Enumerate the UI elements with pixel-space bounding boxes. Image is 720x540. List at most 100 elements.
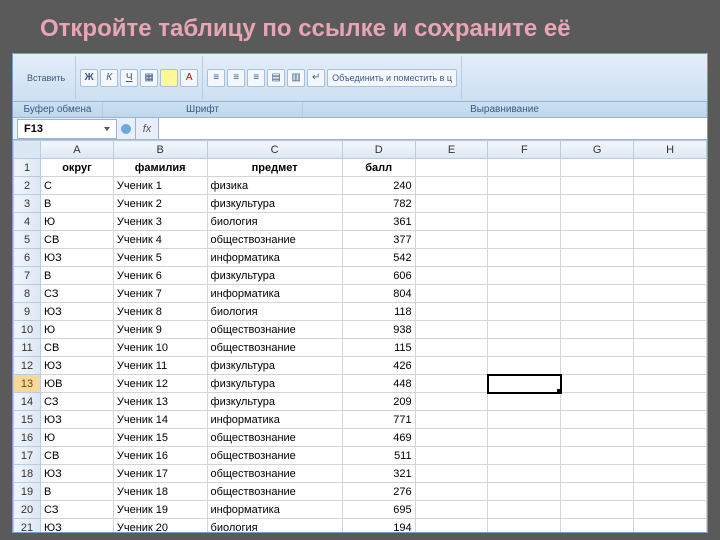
cell[interactable]: округ — [41, 159, 114, 177]
cell[interactable]: 361 — [342, 213, 415, 231]
cell[interactable] — [561, 357, 634, 375]
cell[interactable]: 469 — [342, 429, 415, 447]
row-header[interactable]: 7 — [14, 267, 41, 285]
row-header[interactable]: 5 — [14, 231, 41, 249]
cell[interactable] — [415, 447, 488, 465]
row-header[interactable]: 10 — [14, 321, 41, 339]
underline-button[interactable]: Ч — [120, 69, 138, 87]
cell[interactable]: Ученик 16 — [113, 447, 207, 465]
cell[interactable] — [488, 501, 561, 519]
align-center-button[interactable]: ≡ — [227, 69, 245, 87]
cell[interactable] — [415, 411, 488, 429]
cell[interactable] — [415, 465, 488, 483]
cell[interactable] — [561, 339, 634, 357]
cell[interactable] — [488, 249, 561, 267]
row-header[interactable]: 8 — [14, 285, 41, 303]
italic-button[interactable]: К — [100, 69, 118, 87]
cell[interactable]: 426 — [342, 357, 415, 375]
cell[interactable]: Ученик 8 — [113, 303, 207, 321]
cell[interactable]: ЮЗ — [41, 357, 114, 375]
cell[interactable] — [488, 213, 561, 231]
column-header-G[interactable]: G — [561, 141, 634, 159]
cell[interactable]: СЗ — [41, 501, 114, 519]
grid[interactable]: ABCDEFGH1округфамилияпредметбалл2СУченик… — [13, 140, 707, 532]
row-header[interactable]: 11 — [14, 339, 41, 357]
cell[interactable]: С — [41, 177, 114, 195]
cell[interactable] — [561, 519, 634, 533]
cell[interactable]: 276 — [342, 483, 415, 501]
cell[interactable]: физика — [207, 177, 342, 195]
select-all-corner[interactable] — [14, 141, 41, 159]
cell[interactable]: обществознание — [207, 231, 342, 249]
cell[interactable] — [561, 177, 634, 195]
cell[interactable]: информатика — [207, 501, 342, 519]
cell[interactable] — [561, 321, 634, 339]
row-header[interactable]: 17 — [14, 447, 41, 465]
cell[interactable]: Ученик 18 — [113, 483, 207, 501]
cell[interactable]: 118 — [342, 303, 415, 321]
cell[interactable] — [415, 429, 488, 447]
cell[interactable]: физкультура — [207, 267, 342, 285]
cell[interactable] — [488, 375, 561, 393]
cell[interactable] — [561, 501, 634, 519]
cell[interactable]: СВ — [41, 339, 114, 357]
cell[interactable]: 938 — [342, 321, 415, 339]
cell[interactable]: 115 — [342, 339, 415, 357]
cell[interactable] — [488, 447, 561, 465]
cell[interactable] — [634, 429, 707, 447]
cell[interactable]: фамилия — [113, 159, 207, 177]
cell[interactable]: физкультура — [207, 357, 342, 375]
cell[interactable] — [634, 159, 707, 177]
cell[interactable]: В — [41, 267, 114, 285]
cell[interactable] — [634, 177, 707, 195]
fx-button[interactable]: fx — [135, 118, 159, 139]
formula-input[interactable] — [159, 118, 707, 139]
cell[interactable]: информатика — [207, 285, 342, 303]
cell[interactable] — [415, 303, 488, 321]
fill-color-button[interactable] — [160, 69, 178, 87]
cell[interactable]: физкультура — [207, 195, 342, 213]
row-header[interactable]: 16 — [14, 429, 41, 447]
cell[interactable]: СЗ — [41, 393, 114, 411]
cell[interactable]: ЮЗ — [41, 465, 114, 483]
cell[interactable] — [488, 195, 561, 213]
cell[interactable]: Ученик 20 — [113, 519, 207, 533]
cell[interactable] — [488, 159, 561, 177]
cell[interactable]: Ю — [41, 429, 114, 447]
cell[interactable] — [634, 465, 707, 483]
cell[interactable]: 240 — [342, 177, 415, 195]
cell[interactable] — [634, 357, 707, 375]
cell[interactable] — [561, 375, 634, 393]
cell[interactable]: обществознание — [207, 465, 342, 483]
font-color-button[interactable]: A — [180, 69, 198, 87]
cell[interactable] — [561, 465, 634, 483]
cell[interactable]: Ученик 19 — [113, 501, 207, 519]
cell[interactable] — [634, 249, 707, 267]
cell[interactable]: СВ — [41, 447, 114, 465]
row-header[interactable]: 3 — [14, 195, 41, 213]
column-header-D[interactable]: D — [342, 141, 415, 159]
cell[interactable] — [634, 375, 707, 393]
cell[interactable] — [634, 267, 707, 285]
cell[interactable] — [488, 339, 561, 357]
cell[interactable]: Ю — [41, 213, 114, 231]
cell[interactable] — [561, 159, 634, 177]
cell[interactable]: Ученик 1 — [113, 177, 207, 195]
row-header[interactable]: 19 — [14, 483, 41, 501]
cell[interactable] — [415, 177, 488, 195]
cell[interactable] — [488, 177, 561, 195]
cell[interactable] — [415, 519, 488, 533]
cell[interactable]: физкультура — [207, 375, 342, 393]
row-header[interactable]: 4 — [14, 213, 41, 231]
cell[interactable]: 448 — [342, 375, 415, 393]
cell[interactable] — [415, 231, 488, 249]
name-box[interactable]: F13 — [17, 119, 117, 139]
cell[interactable] — [488, 483, 561, 501]
cell[interactable]: Ученик 6 — [113, 267, 207, 285]
cell[interactable] — [634, 519, 707, 533]
chevron-down-icon[interactable] — [104, 127, 110, 131]
cell[interactable]: Ученик 9 — [113, 321, 207, 339]
cell[interactable] — [561, 483, 634, 501]
spreadsheet-table[interactable]: ABCDEFGH1округфамилияпредметбалл2СУченик… — [13, 140, 707, 532]
row-header[interactable]: 13 — [14, 375, 41, 393]
